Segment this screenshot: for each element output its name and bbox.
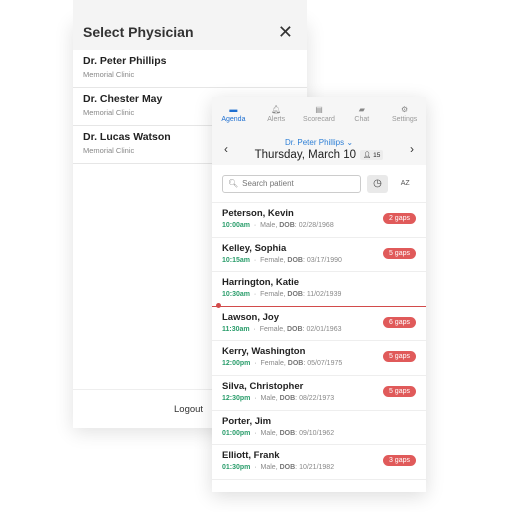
appointment-time: 10:00am	[222, 222, 251, 229]
appointment-time: 01:30pm	[222, 464, 251, 472]
gaps-badge[interactable]: 5 gaps	[382, 351, 416, 363]
sort-by-time-button[interactable]: ◷	[366, 174, 389, 193]
dob-label: DOB	[279, 394, 296, 402]
appointment-time: 11:30am	[222, 325, 250, 333]
patient-sex: Male	[260, 394, 276, 402]
patient-row[interactable]: Harrington, Katie 10:30am · Female, DOB: …	[212, 272, 426, 307]
patient-row[interactable]: Kelley, Sophia 10:15am · Female, DOB: 03/…	[212, 238, 426, 273]
patient-sex: Male	[260, 429, 276, 437]
gaps-badge[interactable]: 6 gaps	[382, 316, 416, 328]
search-input[interactable]	[242, 179, 353, 188]
tab-label: Chat	[354, 115, 370, 123]
patient-row[interactable]: Peterson, Kevin 10:00am · Male, DOB: 02/2…	[212, 203, 426, 238]
dob-label: DOB	[279, 222, 295, 229]
patient-name: Harrington, Katie	[222, 277, 300, 289]
physician-clinic: Memorial Clinic	[83, 70, 135, 79]
clock-icon: ◷	[373, 178, 382, 189]
tab-label: Settings	[391, 115, 418, 123]
gear-icon: ⚙	[401, 104, 409, 114]
dob-label: DOB	[279, 429, 296, 437]
patient-dob: 02/01/1963	[306, 325, 342, 333]
dob-label: DOB	[279, 464, 296, 472]
patient-dob: 09/10/1962	[299, 429, 335, 437]
patient-sex: Female	[260, 291, 284, 299]
gaps-badge[interactable]: 5 gaps	[382, 247, 416, 259]
tab-label: Agenda	[221, 115, 246, 123]
appointment-time: 10:15am	[222, 256, 251, 264]
dob-label: DOB	[287, 291, 303, 299]
gaps-badge[interactable]: 2 gaps	[382, 213, 416, 224]
date-header: ‹ Dr. Peter Phillips ⌄ Thursday, March 1…	[212, 130, 426, 165]
appointment-time: 12:00pm	[222, 360, 251, 368]
chart-icon: ▤	[315, 104, 323, 114]
person-icon: 👤︎	[363, 151, 374, 159]
patient-row[interactable]: Silva, Christopher 12:30pm · Male, DOB: 0…	[212, 376, 426, 411]
patient-sex: Female	[260, 360, 284, 368]
dob-label: DOB	[287, 256, 303, 264]
appointment-time: 12:30pm	[222, 394, 251, 402]
gaps-badge[interactable]: 5 gaps	[382, 385, 416, 397]
appointment-time: 10:30am	[222, 291, 251, 299]
tab-chat[interactable]: ▰ Chat	[340, 97, 383, 130]
search-box: 🔍︎	[222, 174, 361, 193]
patient-row[interactable]: Lawson, Joy 11:30am · Female, DOB: 02/01/…	[212, 307, 426, 342]
patient-dob: 03/17/1990	[306, 256, 342, 264]
patient-dob: 08/22/1973	[299, 394, 335, 402]
search-icon: 🔍︎	[228, 179, 239, 188]
patient-name: Porter, Jim	[222, 415, 272, 427]
tab-settings[interactable]: ⚙ Settings	[383, 97, 426, 130]
patient-dob: 10/21/1982	[299, 464, 335, 472]
physician-dropdown[interactable]: Dr. Peter Phillips ⌄	[212, 130, 426, 147]
patient-dob: 05/07/1975	[307, 360, 343, 368]
tab-bar: ▬ Agenda 🔔︎ Alerts ▤ Scorecard ▰ Chat ⚙ Settings	[212, 97, 426, 130]
physician-name: Dr. Peter Phillips	[83, 55, 167, 67]
chat-icon: ▰	[358, 104, 365, 114]
patient-dob: 02/28/1968	[298, 222, 334, 229]
bell-icon: 🔔︎	[271, 104, 282, 114]
gaps-badge[interactable]: 3 gaps	[382, 455, 416, 467]
patient-sex: Female	[259, 325, 284, 333]
patient-sex: Male	[260, 464, 276, 472]
tab-label: Alerts	[267, 115, 286, 123]
next-day-button[interactable]: ›	[410, 142, 414, 156]
physician-item[interactable]: Dr. Peter Phillips Memorial Clinic	[73, 50, 307, 88]
tab-scorecard[interactable]: ▤ Scorecard	[298, 97, 341, 130]
patient-sex: Male	[260, 222, 276, 229]
patient-row[interactable]: Elliott, Frank 01:30pm · Male, DOB: 10/21…	[212, 445, 426, 480]
patient-row[interactable]: Kerry, Washington 12:00pm · Female, DOB: …	[212, 341, 426, 376]
tab-alerts[interactable]: 🔔︎ Alerts	[255, 97, 298, 130]
search-row: 🔍︎ ◷ AZ	[212, 165, 426, 203]
appointment-time: 01:00pm	[222, 429, 251, 437]
patient-count-badge: 👤︎ 15	[360, 149, 384, 160]
patient-row[interactable]: Porter, Jim 01:00pm · Male, DOB: 09/10/19…	[212, 411, 426, 446]
modal-header: Select Physician ✕	[73, 0, 307, 50]
chevron-down-icon: ⌄	[346, 138, 354, 147]
tab-agenda[interactable]: ▬ Agenda	[212, 97, 255, 130]
modal-title: Select Physician	[83, 24, 194, 40]
prev-day-button[interactable]: ‹	[224, 142, 228, 156]
agenda-date: Thursday, March 10	[254, 149, 357, 161]
sort-alpha-button[interactable]: AZ	[394, 175, 416, 193]
dob-label: DOB	[287, 325, 303, 333]
agenda-icon: ▬	[229, 104, 238, 114]
patient-count: 15	[373, 151, 381, 159]
logout-button[interactable]: Logout	[174, 404, 203, 415]
dob-label: DOB	[287, 360, 304, 368]
patient-sex: Female	[260, 256, 284, 264]
patient-dob: 11/02/1939	[306, 291, 342, 299]
physician-name: Dr. Peter Phillips	[284, 138, 345, 147]
close-icon[interactable]: ✕	[278, 22, 293, 43]
tab-label: Scorecard	[303, 115, 335, 123]
patient-list: Peterson, Kevin 10:00am · Male, DOB: 02/2…	[212, 203, 426, 480]
agenda-panel: ▬ Agenda 🔔︎ Alerts ▤ Scorecard ▰ Chat ⚙ Settings …	[212, 97, 426, 492]
